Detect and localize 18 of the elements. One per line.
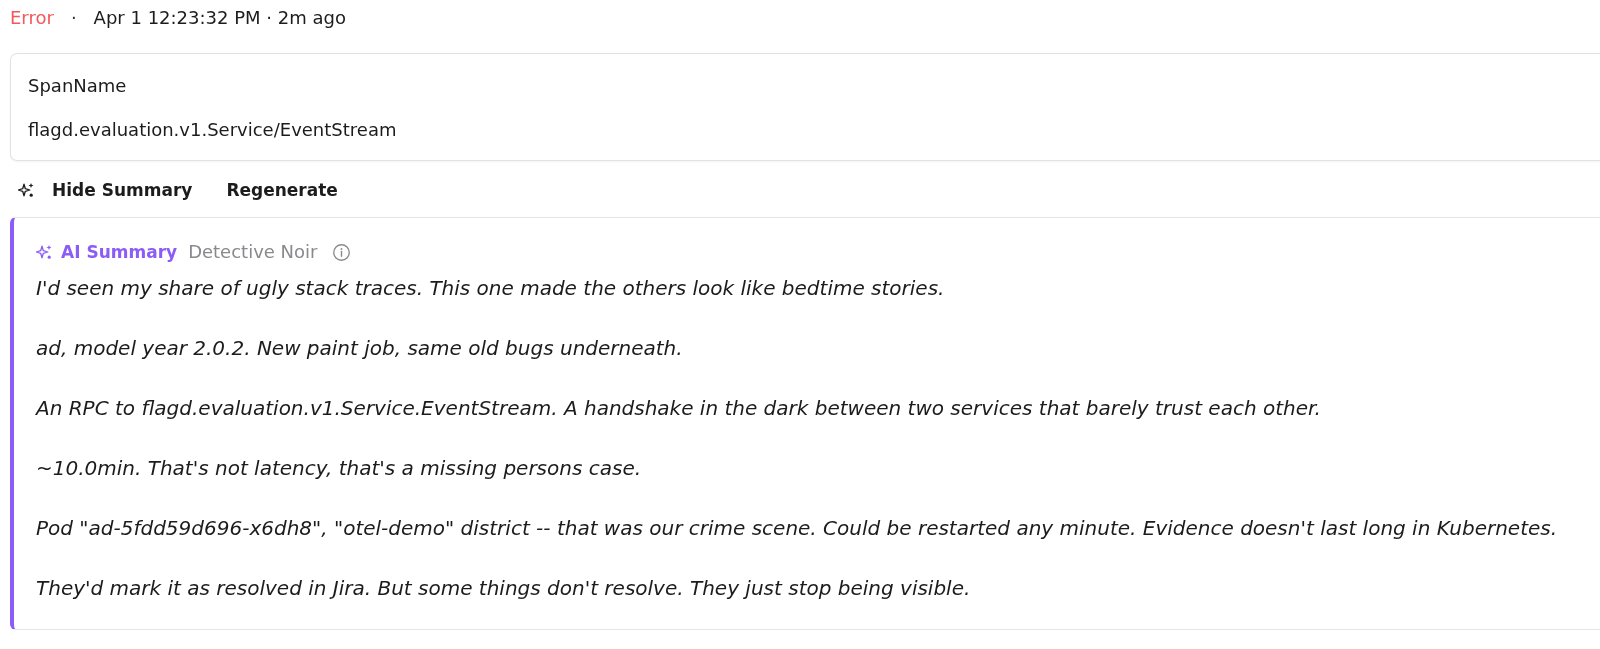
regenerate-button[interactable]: Regenerate [218, 176, 346, 204]
info-icon[interactable] [333, 243, 351, 261]
summary-paragraph: ad, model year 2.0.2. New paint job, same old bugs underneath. [36, 335, 683, 362]
status-label: Error [10, 6, 54, 30]
attribute-value: flagd.evaluation.v1.Service/EventStream [28, 118, 397, 142]
summary-paragraph: I'd seen my share of ugly stack traces. This one made the others look like bedtime stories. [36, 275, 945, 302]
summary-paragraph: An RPC to flagd.evaluation.v1.Service.EventStream. A handshake in the dark between two services that barely trust each other. [36, 395, 1321, 422]
summary-paragraph: Pod "ad-5fdd59d696-x6dh8", "otel-demo" district -- that was our crime scene. Could be restarted any minute. Evidence doesn't last long in Kubernetes. [36, 515, 1558, 542]
sparkle-icon [36, 244, 52, 260]
hide-summary-button[interactable]: Hide Summary [10, 176, 201, 204]
summary-style: Detective Noir [188, 240, 318, 264]
separator: · [70, 6, 77, 30]
summary-paragraph: ~10.0min. That's not latency, that's a missing persons case. [36, 455, 642, 482]
sparkle-icon [18, 182, 34, 198]
summary-paragraph: They'd mark it as resolved in Jira. But some things don't resolve. They just stop being visible. [36, 575, 971, 602]
timestamp: Apr 1 12:23:32 PM · 2m ago [93, 6, 346, 30]
summary-title: AI Summary [61, 241, 178, 264]
attribute-label: SpanName [28, 74, 127, 98]
